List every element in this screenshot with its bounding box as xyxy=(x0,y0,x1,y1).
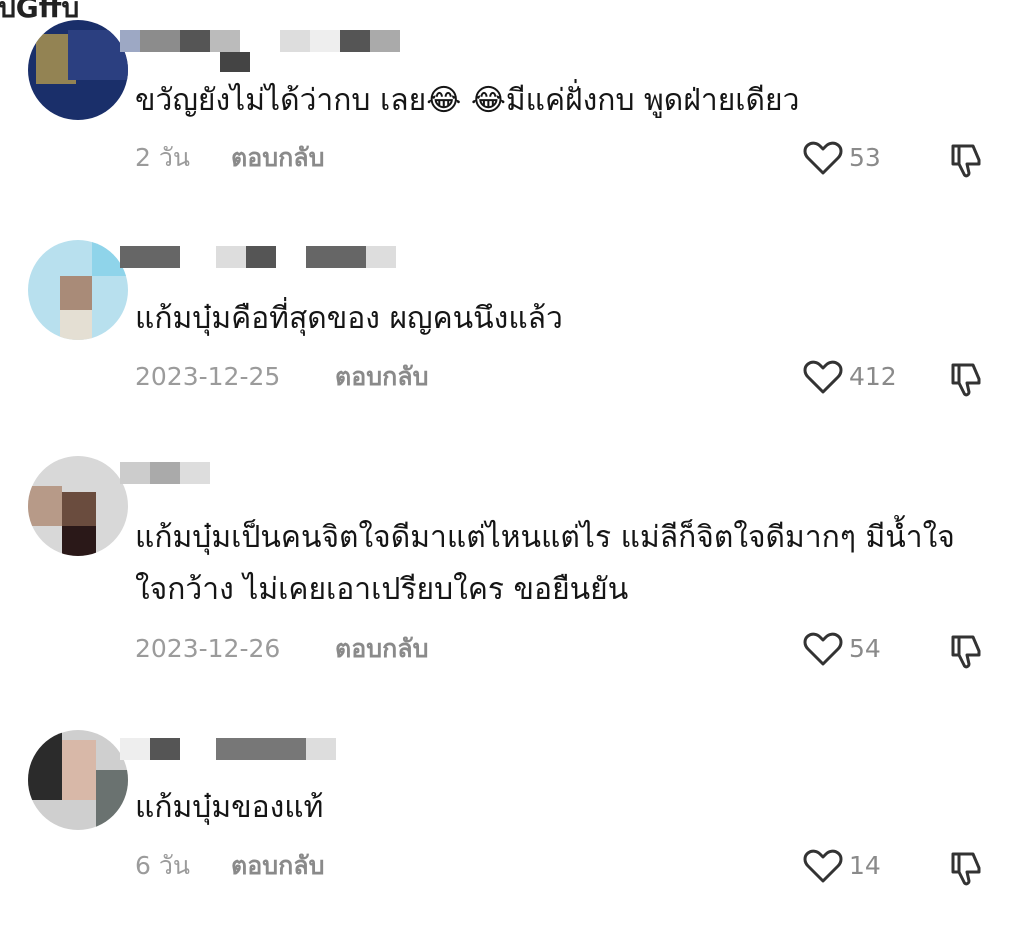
heart-outline-icon xyxy=(803,360,843,394)
like-button[interactable]: 14 xyxy=(803,846,881,886)
reply-button[interactable]: ตอบกลับ xyxy=(231,846,324,886)
like-button[interactable]: 53 xyxy=(803,138,881,178)
like-button[interactable]: 54 xyxy=(803,629,881,669)
avatar[interactable] xyxy=(28,240,128,340)
heart-outline-icon xyxy=(803,849,843,883)
comment-meta: 2023-12-25 ตอบกลับ 412 xyxy=(135,357,994,397)
comment-text: ขวัญยังไม่ได้ว่ากบ เลย😂 😂มีแค่ฝั่งกบ พูด… xyxy=(135,83,800,118)
comment-meta: 2 วัน ตอบกลับ 53 xyxy=(135,138,994,178)
timestamp: 2 วัน xyxy=(135,143,190,172)
like-button[interactable]: 412 xyxy=(803,357,897,397)
reply-button[interactable]: ตอบกลับ xyxy=(335,629,428,669)
avatar[interactable] xyxy=(28,456,128,556)
like-count: 14 xyxy=(849,851,881,880)
comment-meta: 6 วัน ตอบกลับ 14 xyxy=(135,846,994,886)
thumbs-down-outline-icon[interactable] xyxy=(945,140,985,180)
heart-outline-icon xyxy=(803,141,843,175)
heart-outline-icon xyxy=(803,632,843,666)
comment-text: แก้มบุ๋มคือที่สุดของ ผญคนนึงแล้ว xyxy=(135,301,563,336)
like-count: 53 xyxy=(849,143,881,172)
comment-text: แก้มบุ๋มเป็นคนจิตใจดีมาแต่ไหนแต่ไร แม่ลี… xyxy=(135,520,965,607)
avatar[interactable] xyxy=(28,730,128,830)
timestamp: 2023-12-25 xyxy=(135,362,281,391)
reply-button[interactable]: ตอบกลับ xyxy=(335,357,428,397)
username-pixelated[interactable] xyxy=(120,246,410,272)
username-pixelated[interactable] xyxy=(120,738,420,764)
like-count: 54 xyxy=(849,634,881,663)
reply-button[interactable]: ตอบกลับ xyxy=(231,138,324,178)
thumbs-down-outline-icon[interactable] xyxy=(945,359,985,399)
timestamp: 6 วัน xyxy=(135,851,190,880)
thumbs-down-outline-icon[interactable] xyxy=(945,631,985,671)
avatar[interactable] xyxy=(28,20,128,120)
username-pixelated[interactable] xyxy=(120,462,240,488)
username-pixelated[interactable] xyxy=(120,30,410,72)
comment-meta: 2023-12-26 ตอบกลับ 54 xyxy=(135,629,994,669)
thumbs-down-outline-icon[interactable] xyxy=(945,848,985,888)
like-count: 412 xyxy=(849,362,897,391)
comment-text: แก้มบุ๋มของแท้ xyxy=(135,790,324,825)
timestamp: 2023-12-26 xyxy=(135,634,281,663)
